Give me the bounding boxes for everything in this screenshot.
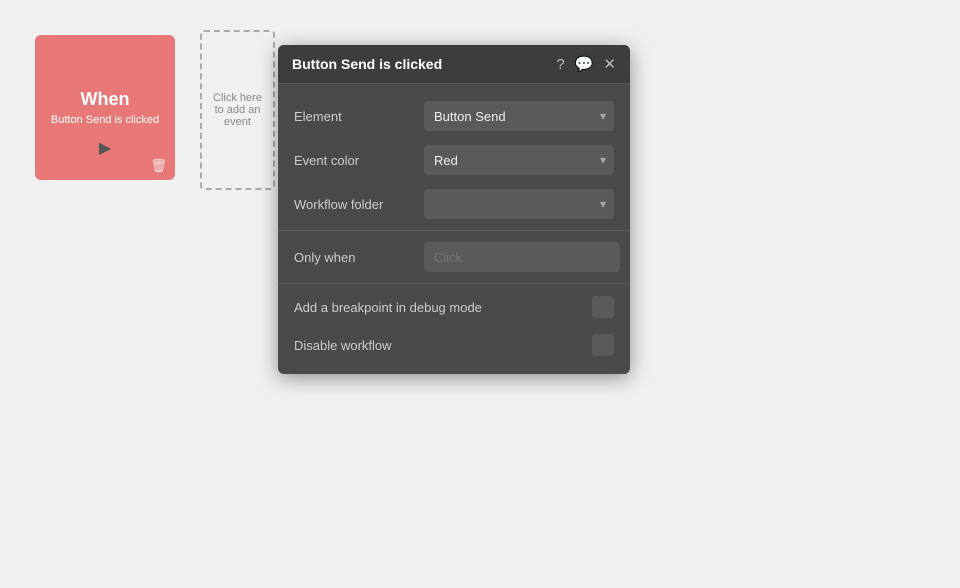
when-card-title: When bbox=[81, 89, 130, 110]
workflow-folder-row: Workflow folder bbox=[278, 182, 630, 226]
disable-workflow-label: Disable workflow bbox=[294, 338, 392, 353]
event-color-row: Event color Red Green Blue bbox=[278, 138, 630, 182]
when-card-subtitle: Button Send is clicked bbox=[43, 114, 167, 126]
close-icon[interactable]: ✕ bbox=[603, 55, 616, 73]
event-color-label: Event color bbox=[294, 153, 424, 168]
when-card[interactable]: When Button Send is clicked ▶ 🗑 bbox=[35, 35, 175, 180]
divider-2 bbox=[278, 283, 630, 284]
only-when-label: Only when bbox=[294, 250, 424, 265]
event-color-select-wrapper[interactable]: Red Green Blue bbox=[424, 145, 614, 175]
cursor-icon: ▶ bbox=[99, 138, 111, 158]
element-select-wrapper[interactable]: Button Send Button Cancel bbox=[424, 101, 614, 131]
modal-dialog: Button Send is clicked ? 💬 ✕ Element But… bbox=[278, 45, 630, 374]
help-icon[interactable]: ? bbox=[556, 56, 564, 73]
event-placeholder[interactable]: Click here to add an event bbox=[200, 30, 275, 190]
trash-icon[interactable]: 🗑 bbox=[150, 158, 167, 174]
modal-title: Button Send is clicked bbox=[292, 56, 442, 72]
breakpoint-label: Add a breakpoint in debug mode bbox=[294, 300, 482, 315]
only-when-input[interactable] bbox=[424, 242, 620, 272]
breakpoint-toggle[interactable] bbox=[592, 296, 614, 318]
event-color-select[interactable]: Red Green Blue bbox=[424, 145, 614, 175]
element-label: Element bbox=[294, 109, 424, 124]
modal-header-icons: ? 💬 ✕ bbox=[556, 55, 616, 73]
placeholder-text: Click here to add an event bbox=[210, 92, 265, 128]
element-select[interactable]: Button Send Button Cancel bbox=[424, 101, 614, 131]
breakpoint-row: Add a breakpoint in debug mode bbox=[278, 288, 630, 326]
workflow-folder-select[interactable] bbox=[424, 189, 614, 219]
only-when-row: Only when bbox=[278, 235, 630, 279]
workflow-folder-select-wrapper[interactable] bbox=[424, 189, 614, 219]
workflow-folder-label: Workflow folder bbox=[294, 197, 424, 212]
modal-header: Button Send is clicked ? 💬 ✕ bbox=[278, 45, 630, 84]
element-row: Element Button Send Button Cancel bbox=[278, 94, 630, 138]
disable-workflow-row: Disable workflow bbox=[278, 326, 630, 364]
comment-icon[interactable]: 💬 bbox=[575, 55, 594, 73]
divider-1 bbox=[278, 230, 630, 231]
modal-body: Element Button Send Button Cancel Event … bbox=[278, 84, 630, 374]
disable-workflow-toggle[interactable] bbox=[592, 334, 614, 356]
